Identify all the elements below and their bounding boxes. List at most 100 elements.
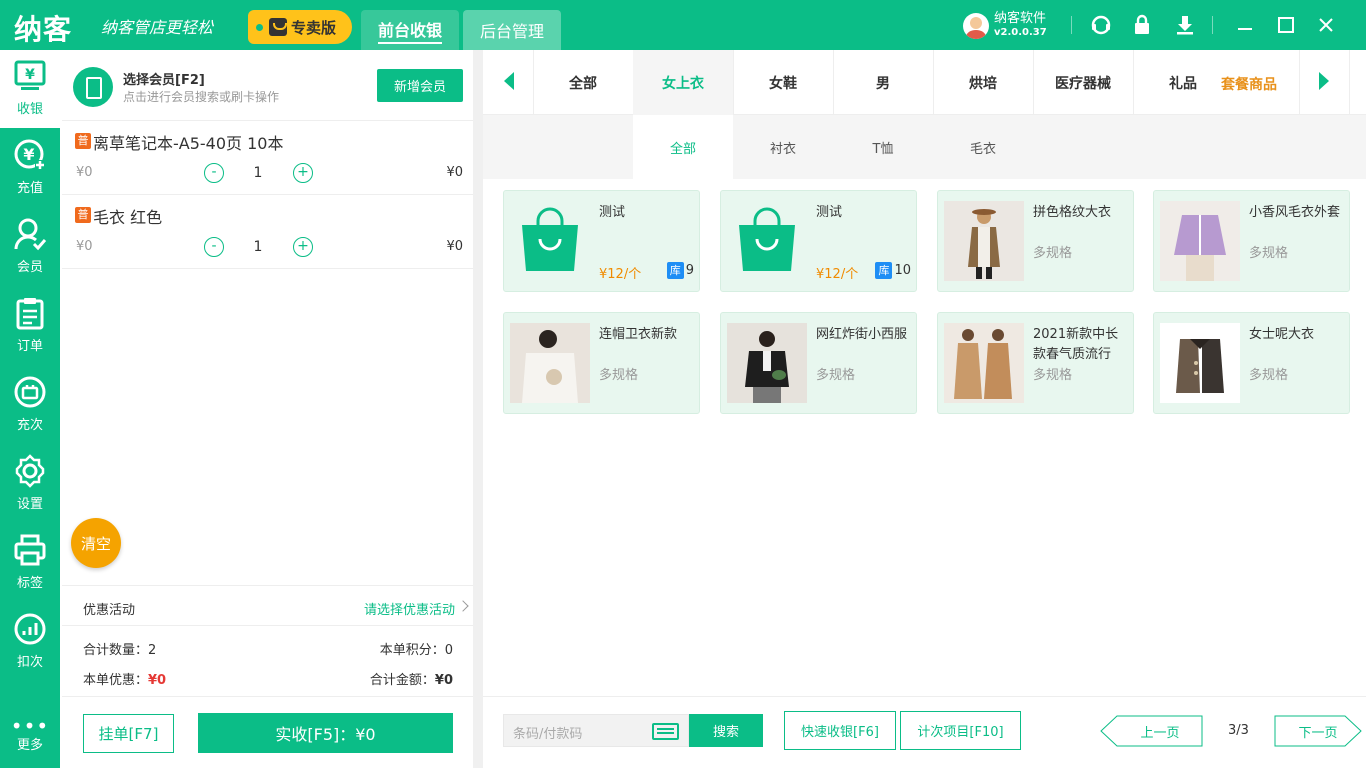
sidebar-item-cashier[interactable]: ¥ 收银 <box>0 50 60 128</box>
app-slogan: 纳客管店更轻松 <box>101 18 214 37</box>
hold-order-button[interactable]: 挂单[F7] <box>83 714 174 753</box>
category-next-icon[interactable] <box>1319 72 1329 90</box>
next-page-button[interactable]: 下一页 <box>1274 715 1362 747</box>
edition-dot <box>256 23 263 31</box>
member-hint: 点击进行会员搜索或刷卡操作 <box>123 90 280 104</box>
download-icon[interactable] <box>1174 14 1196 36</box>
product-card[interactable]: 测试 ¥12/个 库 10 <box>720 190 917 292</box>
wool-coat-photo <box>1160 323 1240 403</box>
increase-qty-button[interactable]: + <box>293 237 313 257</box>
category-prev-icon[interactable] <box>504 72 514 90</box>
sidebar-item-label-print[interactable]: 标签 <box>0 524 60 602</box>
sidebar-item-label: 充值 <box>16 181 43 196</box>
prev-page-button[interactable]: 上一页 <box>1100 715 1203 747</box>
bottom-bar: 条码/付款码 搜索 快速收银[F6] 计次项目[F10] 上一页 3/3 下一页 <box>483 696 1366 768</box>
category-tab[interactable]: 男 <box>833 50 933 115</box>
shopping-bag-icon <box>269 18 287 36</box>
combo-products-tab[interactable]: 套餐商品 <box>1221 74 1277 94</box>
count-items-button[interactable]: 计次项目[F10] <box>900 711 1021 750</box>
sidebar: ¥ 收银 ¥ 充值 会员 订单 充次 设置 标签 扣次 ••• 更多 <box>0 50 60 768</box>
user-menu[interactable]: 纳客软件 v2.0.0.37 <box>963 12 1047 40</box>
tab-back-office-label: 后台管理 <box>479 22 544 41</box>
promotion-select-link[interactable]: 请选择优惠活动 <box>364 599 455 618</box>
increase-qty-button[interactable]: + <box>293 163 313 183</box>
sidebar-item-member[interactable]: 会员 <box>0 208 60 286</box>
quick-cashier-button[interactable]: 快速收银[F6] <box>784 711 896 750</box>
category-tab[interactable]: 医疗器械 <box>1033 50 1133 115</box>
sidebar-item-label: 收银 <box>16 102 43 117</box>
total-qty-value: 2 <box>148 643 157 658</box>
summary-row: 本单优惠：¥0 合计金额：¥0 <box>83 669 453 688</box>
cashier-icon: ¥ <box>12 58 48 94</box>
lock-icon[interactable] <box>1131 14 1153 36</box>
promotion-selector[interactable]: 优惠活动 请选择优惠活动 <box>62 585 473 626</box>
product-stock: 库9 <box>666 262 694 279</box>
subcategory-tab[interactable]: 衬衣 <box>733 115 833 179</box>
item-qty[interactable]: 1 <box>248 165 268 181</box>
barcode-input[interactable]: 条码/付款码 <box>503 714 689 747</box>
product-name: 测试 <box>599 205 626 220</box>
sidebar-item-label: 订单 <box>16 339 43 354</box>
pay-button[interactable]: 实收[F5]：¥0 <box>198 713 453 753</box>
subcategory-bar: 全部 衬衣 T恤 毛衣 <box>483 115 1366 179</box>
total-amount-label: 合计金额： <box>369 673 435 688</box>
product-card[interactable]: 测试 ¥12/个 库9 <box>503 190 700 292</box>
clear-cart-button[interactable]: 清空 <box>71 518 121 568</box>
points-label: 本单积分： <box>379 643 445 658</box>
sidebar-item-label: 设置 <box>16 497 43 512</box>
count-recharge-icon <box>12 374 48 410</box>
product-card[interactable]: 2021新款中长款春气质流行 多规格 <box>937 312 1134 414</box>
decrease-qty-button[interactable]: - <box>204 237 224 257</box>
category-tab[interactable]: 礼品 <box>1133 50 1233 115</box>
keyboard-icon[interactable] <box>652 723 679 740</box>
product-spec: 多规格 <box>1033 246 1073 261</box>
svg-text:¥: ¥ <box>25 67 35 83</box>
product-card[interactable]: 网红炸街小西服 多规格 <box>720 312 917 414</box>
member-card-icon <box>73 67 113 107</box>
member-title: 选择会员[F2] <box>123 73 205 88</box>
product-card[interactable]: 拼色格纹大衣 多规格 <box>937 190 1134 292</box>
subcategory-tab[interactable]: 毛衣 <box>933 115 1033 179</box>
subcategory-tab[interactable]: T恤 <box>833 115 933 179</box>
discount-label: 本单优惠： <box>83 673 149 688</box>
product-name: 测试 <box>816 205 843 220</box>
category-tab[interactable]: 烘培 <box>933 50 1033 115</box>
total-qty-label: 合计数量： <box>83 643 149 658</box>
subcategory-tab[interactable]: 全部 <box>633 115 733 179</box>
search-button[interactable]: 搜索 <box>689 714 763 747</box>
add-member-button[interactable]: 新增会员 <box>377 69 463 102</box>
sidebar-more[interactable]: ••• 更多 <box>0 716 60 753</box>
product-card[interactable]: 小香风毛衣外套 多规格 <box>1153 190 1350 292</box>
tab-back-office[interactable]: 后台管理 <box>463 10 561 50</box>
sidebar-item-deduct[interactable]: 扣次 <box>0 603 60 681</box>
product-name: 2021新款中长款春气质流行 <box>1033 327 1119 362</box>
summary-row: 合计数量：2 本单积分：0 <box>83 639 453 658</box>
sidebar-item-count-recharge[interactable]: 充次 <box>0 366 60 444</box>
category-tab[interactable]: 全部 <box>533 50 633 115</box>
item-unit-price: ¥0 <box>76 165 93 180</box>
cart-item[interactable]: 普 毛衣 红色 ¥0 - 1 + ¥0 <box>62 195 473 269</box>
product-card[interactable]: 女士呢大衣 多规格 <box>1153 312 1350 414</box>
sidebar-item-recharge[interactable]: ¥ 充值 <box>0 129 60 207</box>
category-tab[interactable]: 女上衣 <box>633 50 733 115</box>
product-card[interactable]: 连帽卫衣新款 多规格 <box>503 312 700 414</box>
item-qty[interactable]: 1 <box>248 239 268 255</box>
blazer-photo <box>727 323 807 403</box>
member-selector[interactable]: 选择会员[F2] 点击进行会员搜索或刷卡操作 新增会员 <box>62 50 473 121</box>
maximize-icon[interactable] <box>1275 14 1297 36</box>
panel-divider[interactable] <box>473 50 483 768</box>
close-icon[interactable] <box>1315 14 1337 36</box>
sidebar-item-settings[interactable]: 设置 <box>0 445 60 523</box>
product-spec: 多规格 <box>599 368 639 383</box>
order-icon <box>12 295 48 331</box>
sidebar-more-label: 更多 <box>16 738 43 753</box>
avatar <box>963 13 989 39</box>
headset-icon[interactable] <box>1090 14 1112 36</box>
tab-front-cashier[interactable]: 前台收银 <box>361 10 459 50</box>
gear-icon <box>12 453 48 489</box>
sidebar-item-orders[interactable]: 订单 <box>0 287 60 365</box>
decrease-qty-button[interactable]: - <box>204 163 224 183</box>
minimize-icon[interactable] <box>1234 14 1256 36</box>
cart-item[interactable]: 普 离草笔记本-A5-40页 10本 ¥0 - 1 + ¥0 <box>62 121 473 195</box>
category-tab[interactable]: 女鞋 <box>733 50 833 115</box>
